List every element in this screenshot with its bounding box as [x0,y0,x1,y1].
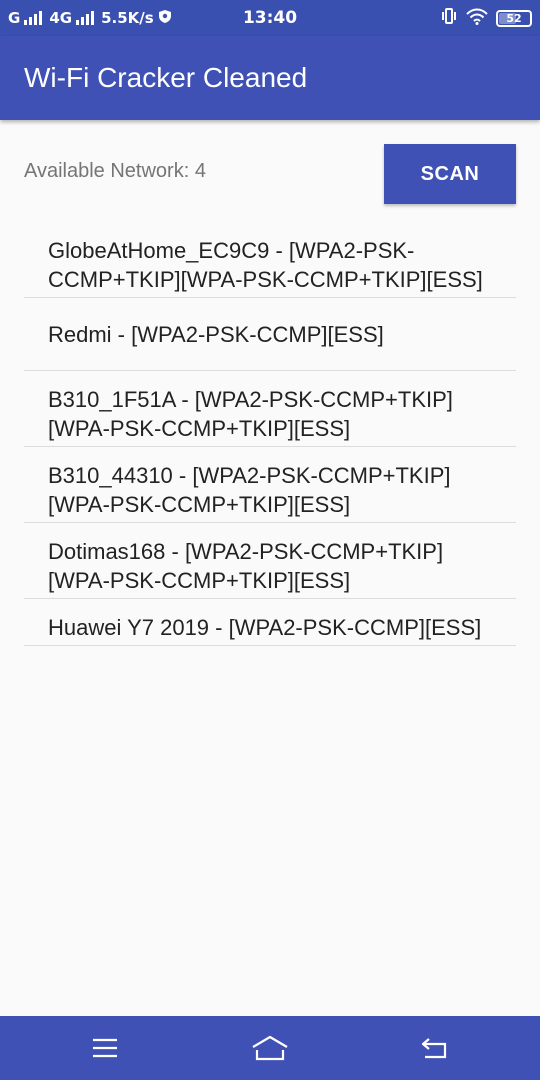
carrier-label: G [8,9,21,27]
app-title: Wi-Fi Cracker Cleaned [24,62,308,93]
home-icon[interactable] [250,1028,290,1068]
status-bar: G 4G 5.5K/s 13:40 52 [0,0,540,36]
back-icon[interactable] [414,1028,454,1068]
network-speed: 5.5K/s [101,9,154,27]
available-network-count: Available Network: 4 [24,160,206,182]
status-left: G 4G 5.5K/s [8,0,172,36]
signal-bars-icon [24,11,43,25]
network-list-item[interactable]: Redmi - [WPA2-PSK-CCMP][ESS] [24,298,516,371]
network-list-item[interactable]: B310_44310 - [WPA2-PSK-CCMP+TKIP][WPA-PS… [24,447,516,523]
scan-button[interactable]: SCAN [384,144,516,204]
network-list-item[interactable]: Dotimas168 - [WPA2-PSK-CCMP+TKIP][WPA-PS… [24,523,516,599]
vibrate-icon [440,7,458,29]
wifi-icon [466,8,488,29]
menu-icon[interactable] [85,1028,125,1068]
network-list: GlobeAtHome_EC9C9 - [WPA2-PSK-CCMP+TKIP]… [24,222,516,646]
app-bar: Wi-Fi Cracker Cleaned [0,36,540,120]
status-right: 52 [440,0,532,36]
navigation-bar [0,1016,540,1080]
network-list-item[interactable]: GlobeAtHome_EC9C9 - [WPA2-PSK-CCMP+TKIP]… [24,222,516,298]
network-list-item[interactable]: B310_1F51A - [WPA2-PSK-CCMP+TKIP][WPA-PS… [24,371,516,447]
network-list-item[interactable]: Huawei Y7 2019 - [WPA2-PSK-CCMP][ESS] [24,599,516,646]
battery-icon: 52 [496,9,532,27]
signal-bars-icon [76,11,95,25]
shield-icon [158,9,172,28]
network-type-label: 4G [49,9,73,27]
battery-level: 52 [506,11,522,25]
